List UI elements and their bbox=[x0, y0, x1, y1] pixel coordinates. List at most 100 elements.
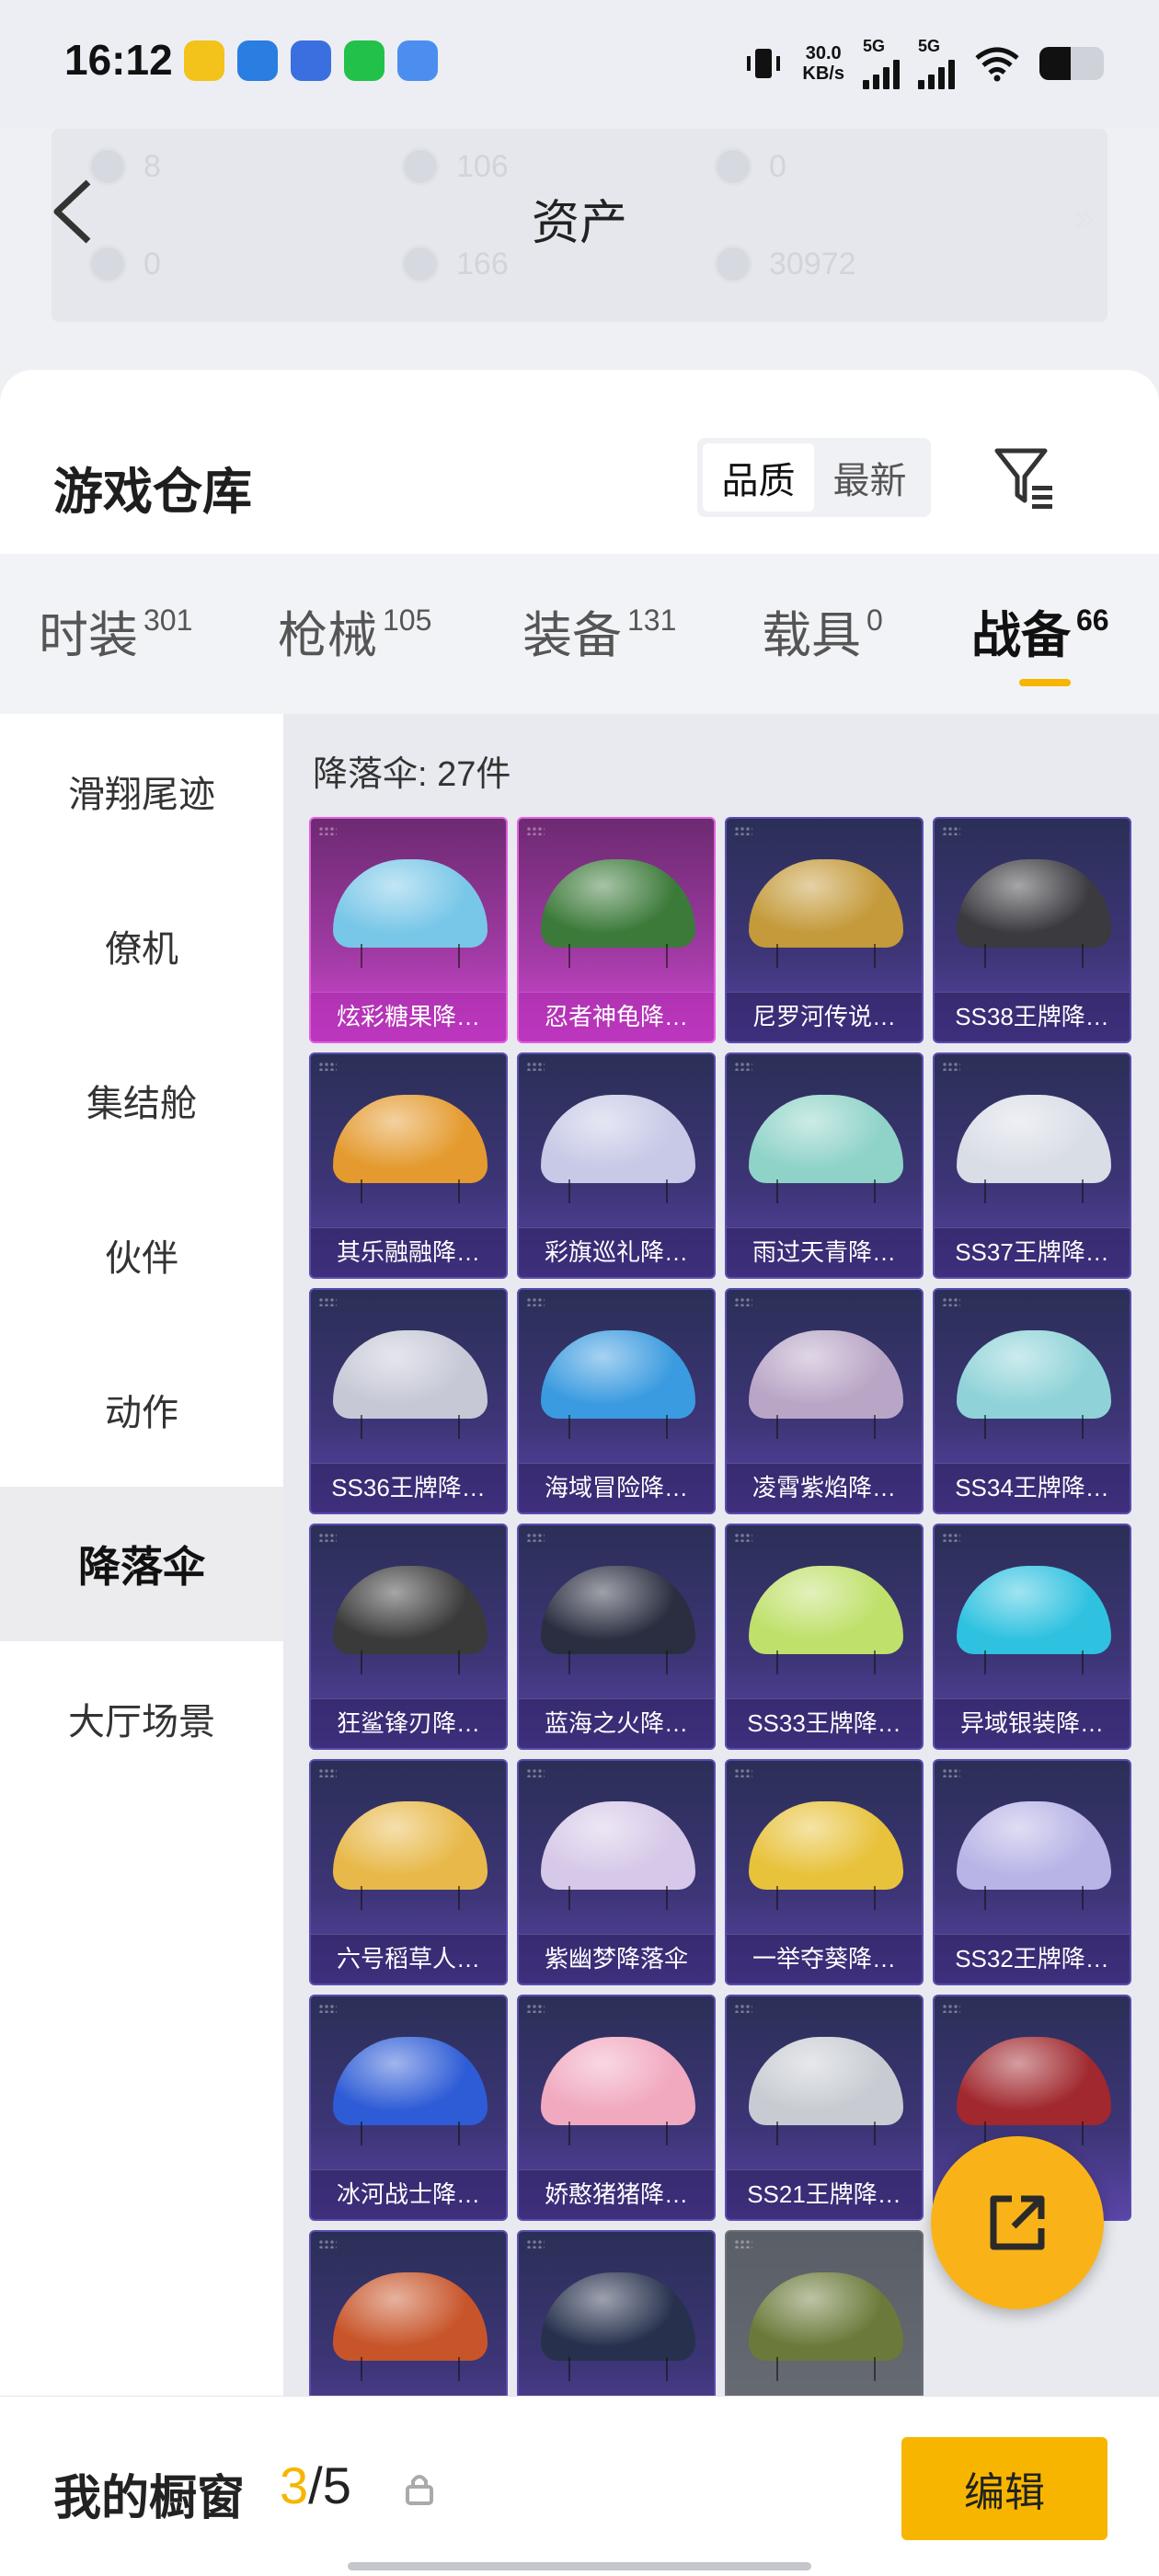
card-corner-decoration bbox=[942, 1062, 960, 1071]
parachute-item[interactable]: SS38王牌降… bbox=[933, 817, 1131, 1043]
parachute-icon bbox=[541, 2272, 695, 2361]
parachute-icon bbox=[333, 1566, 488, 1654]
parachute-item[interactable]: 凌霄紫焰降… bbox=[725, 1288, 924, 1514]
parachute-icon bbox=[749, 2037, 903, 2125]
asset-stat: 0 bbox=[714, 147, 786, 186]
parachute-item-name: SS38王牌降… bbox=[935, 992, 1130, 1041]
active-tab-indicator bbox=[1019, 679, 1071, 686]
parachute-item[interactable]: 其乐融融降… bbox=[309, 1052, 508, 1279]
parachute-icon bbox=[541, 1566, 695, 1654]
parachute-item-name: SS32王牌降… bbox=[935, 1934, 1130, 1984]
parachute-item[interactable]: 异域银装降… bbox=[933, 1524, 1131, 1750]
card-corner-decoration bbox=[734, 2004, 752, 2013]
app-notification-icon bbox=[291, 40, 331, 81]
parachute-icon bbox=[749, 1566, 903, 1654]
parachute-cords bbox=[568, 1415, 668, 1439]
edit-button[interactable]: 编辑 bbox=[901, 2437, 1107, 2540]
parachute-icon bbox=[957, 1095, 1111, 1183]
parachute-item[interactable]: 炫彩糖果降… bbox=[309, 817, 508, 1043]
parachute-item[interactable]: 海域冒险降… bbox=[517, 1288, 716, 1514]
parachute-icon bbox=[749, 1095, 903, 1183]
parachute-item-name: SS37王牌降… bbox=[935, 1227, 1130, 1277]
parachute-item[interactable]: 雨过天青降… bbox=[725, 1052, 924, 1279]
parachute-cords bbox=[776, 944, 876, 968]
page-title: 资产 bbox=[531, 197, 627, 250]
sort-latest-button[interactable]: 最新 bbox=[814, 443, 925, 512]
wifi-icon bbox=[975, 47, 1019, 81]
parachute-item-name: 雨过天青降… bbox=[727, 1227, 922, 1277]
tab-equipment[interactable]: 装备 131 bbox=[522, 594, 676, 667]
parachute-item[interactable]: 六号稻草人… bbox=[309, 1759, 508, 1985]
parachute-cords bbox=[776, 1886, 876, 1910]
tab-fashion[interactable]: 时装 301 bbox=[39, 594, 192, 667]
parachute-item[interactable]: 彩旗巡礼降… bbox=[517, 1052, 716, 1279]
parachute-item-name: SS33王牌降… bbox=[727, 1698, 922, 1748]
share-button[interactable] bbox=[931, 2136, 1104, 2309]
sort-quality-button[interactable]: 品质 bbox=[703, 443, 814, 512]
sidebar-item-glide-trail[interactable]: 滑翔尾迹 bbox=[0, 714, 283, 868]
parachute-cords bbox=[361, 1650, 460, 1674]
parachute-icon bbox=[957, 1330, 1111, 1419]
parachute-item-name: 冰河战士降… bbox=[311, 2169, 506, 2219]
parachute-cords bbox=[776, 1650, 876, 1674]
parachute-icon bbox=[541, 1330, 695, 1419]
parachute-item-name: 其乐融融降… bbox=[311, 1227, 506, 1277]
parachute-item[interactable]: 冰河战士降… bbox=[309, 1995, 508, 2221]
tab-vehicles[interactable]: 载具 0 bbox=[762, 594, 883, 667]
sidebar-item-companion[interactable]: 伙伴 bbox=[0, 1178, 283, 1332]
parachute-item[interactable]: 忍者神龟降… bbox=[517, 817, 716, 1043]
parachute-item[interactable]: 狂鲨锋刃降… bbox=[309, 1524, 508, 1750]
filter-icon[interactable] bbox=[992, 440, 1058, 513]
signal-bars-icon bbox=[918, 56, 955, 89]
parachute-icon bbox=[957, 859, 1111, 948]
signal-1: 5G bbox=[863, 37, 900, 89]
parachute-cords bbox=[361, 2122, 460, 2145]
parachute-item-name: 尼罗河传说… bbox=[727, 992, 922, 1041]
parachute-cords bbox=[776, 2357, 876, 2381]
parachute-item[interactable]: 紫幽梦降落伞 bbox=[517, 1759, 716, 1985]
parachute-item-name: 凌霄紫焰降… bbox=[727, 1463, 922, 1512]
sub-category-sidebar: 滑翔尾迹 僚机 集结舱 伙伴 动作 降落伞 大厅场景 bbox=[0, 714, 283, 2576]
parachute-item[interactable]: 娇憨猪猪降… bbox=[517, 1995, 716, 2221]
home-indicator bbox=[348, 2562, 811, 2570]
parachute-cords bbox=[984, 1650, 1084, 1674]
card-corner-decoration bbox=[318, 2239, 337, 2248]
chevron-right-icon[interactable]: » bbox=[1074, 198, 1095, 239]
sidebar-item-wingman[interactable]: 僚机 bbox=[0, 868, 283, 1023]
parachute-icon bbox=[541, 1095, 695, 1183]
parachute-item[interactable]: 尼罗河传说… bbox=[725, 817, 924, 1043]
card-corner-decoration bbox=[942, 1768, 960, 1777]
sidebar-item-parachute[interactable]: 降落伞 bbox=[0, 1487, 283, 1641]
parachute-item[interactable]: SS37王牌降… bbox=[933, 1052, 1131, 1279]
coin-icon bbox=[714, 147, 752, 186]
parachute-item[interactable]: SS36王牌降… bbox=[309, 1288, 508, 1514]
app-notification-icon bbox=[184, 40, 224, 81]
sidebar-item-lobby-scene[interactable]: 大厅场景 bbox=[0, 1641, 283, 1796]
parachute-item[interactable]: SS21王牌降… bbox=[725, 1995, 924, 2221]
parachute-item[interactable]: 蓝海之火降… bbox=[517, 1524, 716, 1750]
parachute-item[interactable]: SS33王牌降… bbox=[725, 1524, 924, 1750]
tab-firearms[interactable]: 枪械 105 bbox=[278, 594, 431, 667]
parachute-item-name: 炫彩糖果降… bbox=[311, 992, 506, 1041]
parachute-item[interactable]: 一举夺葵降… bbox=[725, 1759, 924, 1985]
tab-battle-gear[interactable]: 战备 66 bbox=[971, 594, 1109, 667]
net-speed-value: 30.0 bbox=[805, 42, 842, 63]
parachute-item-name: SS36王牌降… bbox=[311, 1463, 506, 1512]
card-corner-decoration bbox=[942, 2004, 960, 2013]
parachute-cords bbox=[568, 2357, 668, 2381]
card-corner-decoration bbox=[318, 826, 337, 835]
card-corner-decoration bbox=[318, 1062, 337, 1071]
asset-stat: 106 bbox=[401, 147, 509, 186]
card-corner-decoration bbox=[734, 1297, 752, 1306]
parachute-item[interactable]: SS32王牌降… bbox=[933, 1759, 1131, 1985]
warehouse-title: 游戏仓库 bbox=[53, 465, 252, 520]
parachute-icon bbox=[333, 2037, 488, 2125]
parachute-item[interactable]: SS34王牌降… bbox=[933, 1288, 1131, 1514]
card-corner-decoration bbox=[318, 1297, 337, 1306]
sidebar-item-assembly-pod[interactable]: 集结舱 bbox=[0, 1023, 283, 1178]
parachute-icon bbox=[957, 1801, 1111, 1890]
sidebar-item-emote[interactable]: 动作 bbox=[0, 1332, 283, 1487]
parachute-icon bbox=[333, 1330, 488, 1419]
card-corner-decoration bbox=[526, 1297, 545, 1306]
card-corner-decoration bbox=[526, 2004, 545, 2013]
